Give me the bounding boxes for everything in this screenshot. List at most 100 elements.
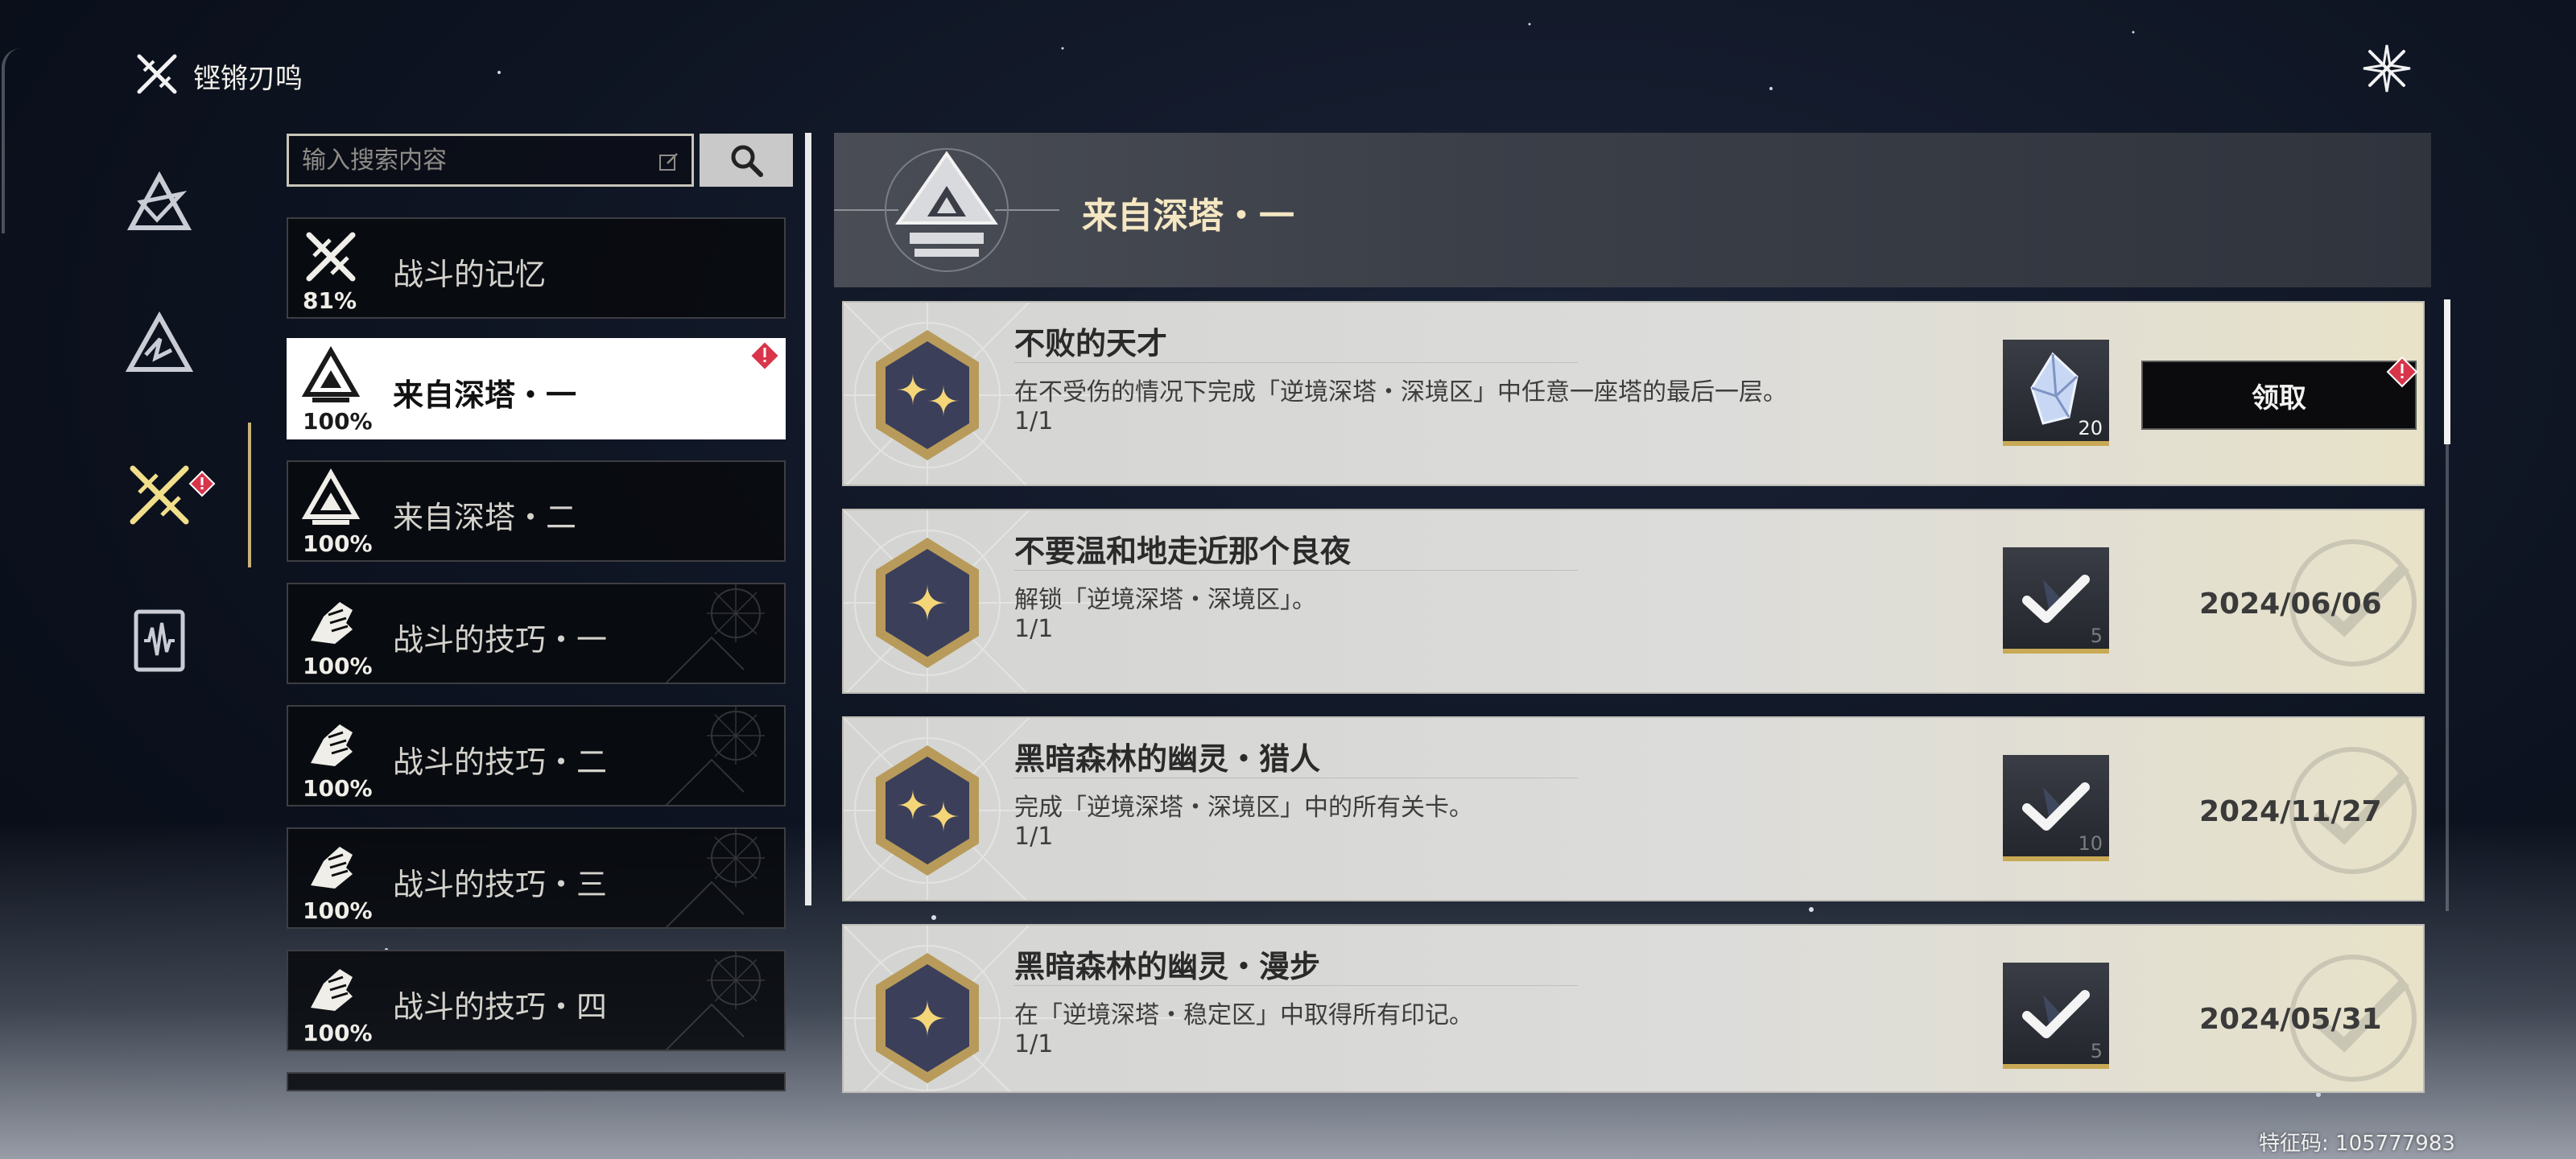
category-label: 战斗的技巧・二 [393,744,608,780]
title-divider [1014,985,1578,986]
search-icon [731,145,763,177]
crossed-blades-icon [306,232,356,282]
category-label: 来自深塔・一 [393,377,577,413]
gauntlet-icon [311,847,353,889]
category-item[interactable]: 100% 战斗的技巧・一 [287,583,786,684]
reward-rarity-bar [2003,441,2109,446]
achievement-progress: 1/1 [1014,1030,1054,1058]
achievement-title: 黑暗森林的幽灵・猎人 [1014,741,1321,777]
search-button[interactable] [700,134,793,187]
reward-count: 5 [2090,625,2103,647]
nav-blades[interactable] [121,456,198,534]
tower-emblem-icon [301,345,361,402]
peak-emblem-icon [125,311,194,372]
reward-count: 10 [2078,832,2103,855]
reward-rarity-bar [2003,856,2109,861]
category-percent: 100% [303,653,373,679]
category-label: 来自深塔・二 [393,500,577,535]
category-percent: 100% [303,1020,373,1046]
achievement-card: 不败的天才 在不受伤的情况下完成「逆境深塔・深境区」中任意一座塔的最后一层。 1/1… [842,301,2425,486]
category-percent: 81% [303,287,357,314]
nav-active-indicator [248,423,251,567]
achievement-description: 在「逆境深塔・稳定区」中取得所有印记。 [1014,1001,1473,1029]
compass-deco-icon [665,951,765,1050]
category-label: 战斗的技巧・三 [393,867,608,902]
reward-slot[interactable]: 5 [2003,547,2109,654]
category-item[interactable]: 100% 来自深塔・一 [287,338,786,439]
gauntlet-icon [311,602,353,644]
completion-date: 2024/11/27 [2199,795,2382,828]
reward-slot[interactable]: 10 [2003,755,2109,861]
crossed-blades-icon [130,465,189,525]
compass-deco-icon [665,584,765,683]
achievement-description: 在不受伤的情况下完成「逆境深塔・深境区」中任意一座塔的最后一层。 [1014,378,1787,406]
compass-deco-icon [665,707,765,805]
reward-count: 20 [2078,417,2103,439]
tower-emblem-icon [301,468,361,525]
alert-badge-icon [188,470,216,497]
list-scrollbar[interactable] [805,133,811,905]
achievement-scroll-thumb[interactable] [2444,299,2450,444]
tower-emblem-icon [126,171,192,230]
category-item[interactable]: 100% 战斗的技巧・二 [287,705,786,806]
category-percent: 100% [303,897,373,924]
achievement-progress: 1/1 [1014,615,1054,643]
nav-soundwave[interactable] [121,602,198,679]
category-item[interactable]: 100% 战斗的技巧・四 [287,950,786,1051]
category-icon [299,468,362,531]
achievement-title: 不要温和地走近那个良夜 [1014,534,1352,569]
category-percent: 100% [303,530,373,557]
search-input[interactable] [302,146,640,175]
one-star-emblem-icon [876,538,979,668]
category-icon [299,345,362,409]
category-percent: 100% [303,775,373,802]
reward-slot[interactable]: 5 [2003,963,2109,1069]
soundwave-card-icon [134,609,185,672]
achievement-title: 黑暗森林的幽灵・漫步 [1014,949,1321,984]
alert-badge-icon [2386,356,2418,388]
category-icon [299,225,362,288]
reward-count: 5 [2090,1040,2103,1062]
category-item-partial[interactable] [287,1072,786,1091]
achievement-description: 解锁「逆境深塔・深境区」。 [1014,586,1316,614]
compass-deco-icon [665,829,765,927]
nav-peak[interactable] [121,306,198,383]
category-banner [834,133,2431,287]
nav-tower[interactable] [121,166,198,243]
category-icon [299,835,362,898]
search-box[interactable] [287,134,694,187]
category-item[interactable]: 100% 战斗的技巧・三 [287,827,786,929]
gauntlet-icon [311,969,353,1011]
tower-emblem-icon [834,148,1059,272]
achievement-progress: 1/1 [1014,823,1054,851]
page-title: 铿锵刃鸣 [193,63,303,95]
category-percent: 100% [303,408,373,435]
two-star-emblem-icon [876,330,979,460]
gauntlet-icon [311,724,353,766]
one-star-emblem-icon [876,953,979,1083]
category-icon [299,591,362,654]
achievement-card: 黑暗森林的幽灵・猎人完成「逆境深塔・深境区」中的所有关卡。 1/1 10 2024/1… [842,716,2425,901]
category-icon [299,958,362,1021]
close-star-icon[interactable] [2359,40,2415,97]
claim-button[interactable]: 领取 [2141,361,2417,430]
title-divider [1014,777,1578,778]
category-item[interactable]: 100% 来自深塔・二 [287,460,786,562]
edit-icon [659,153,678,171]
reward-slot[interactable]: 20 [2003,340,2109,446]
achievement-title: 不败的天才 [1014,326,1168,361]
crossed-blades-icon [137,54,177,94]
alert-badge-icon [749,340,781,372]
title-divider [1014,362,1578,363]
category-label: 战斗的技巧・四 [393,989,608,1025]
completion-date: 2024/05/31 [2199,1003,2382,1036]
completion-date: 2024/06/06 [2199,588,2382,621]
achievement-description: 完成「逆境深塔・深境区」中的所有关卡。 [1014,794,1473,822]
title-divider [1014,570,1578,571]
feature-code: 特征码: 105777983 [2259,1132,2455,1156]
category-icon [299,713,362,776]
two-star-emblem-icon [876,745,979,876]
edge-arc [2,48,21,233]
reward-rarity-bar [2003,649,2109,654]
category-item[interactable]: 81% 战斗的记忆 [287,217,786,319]
